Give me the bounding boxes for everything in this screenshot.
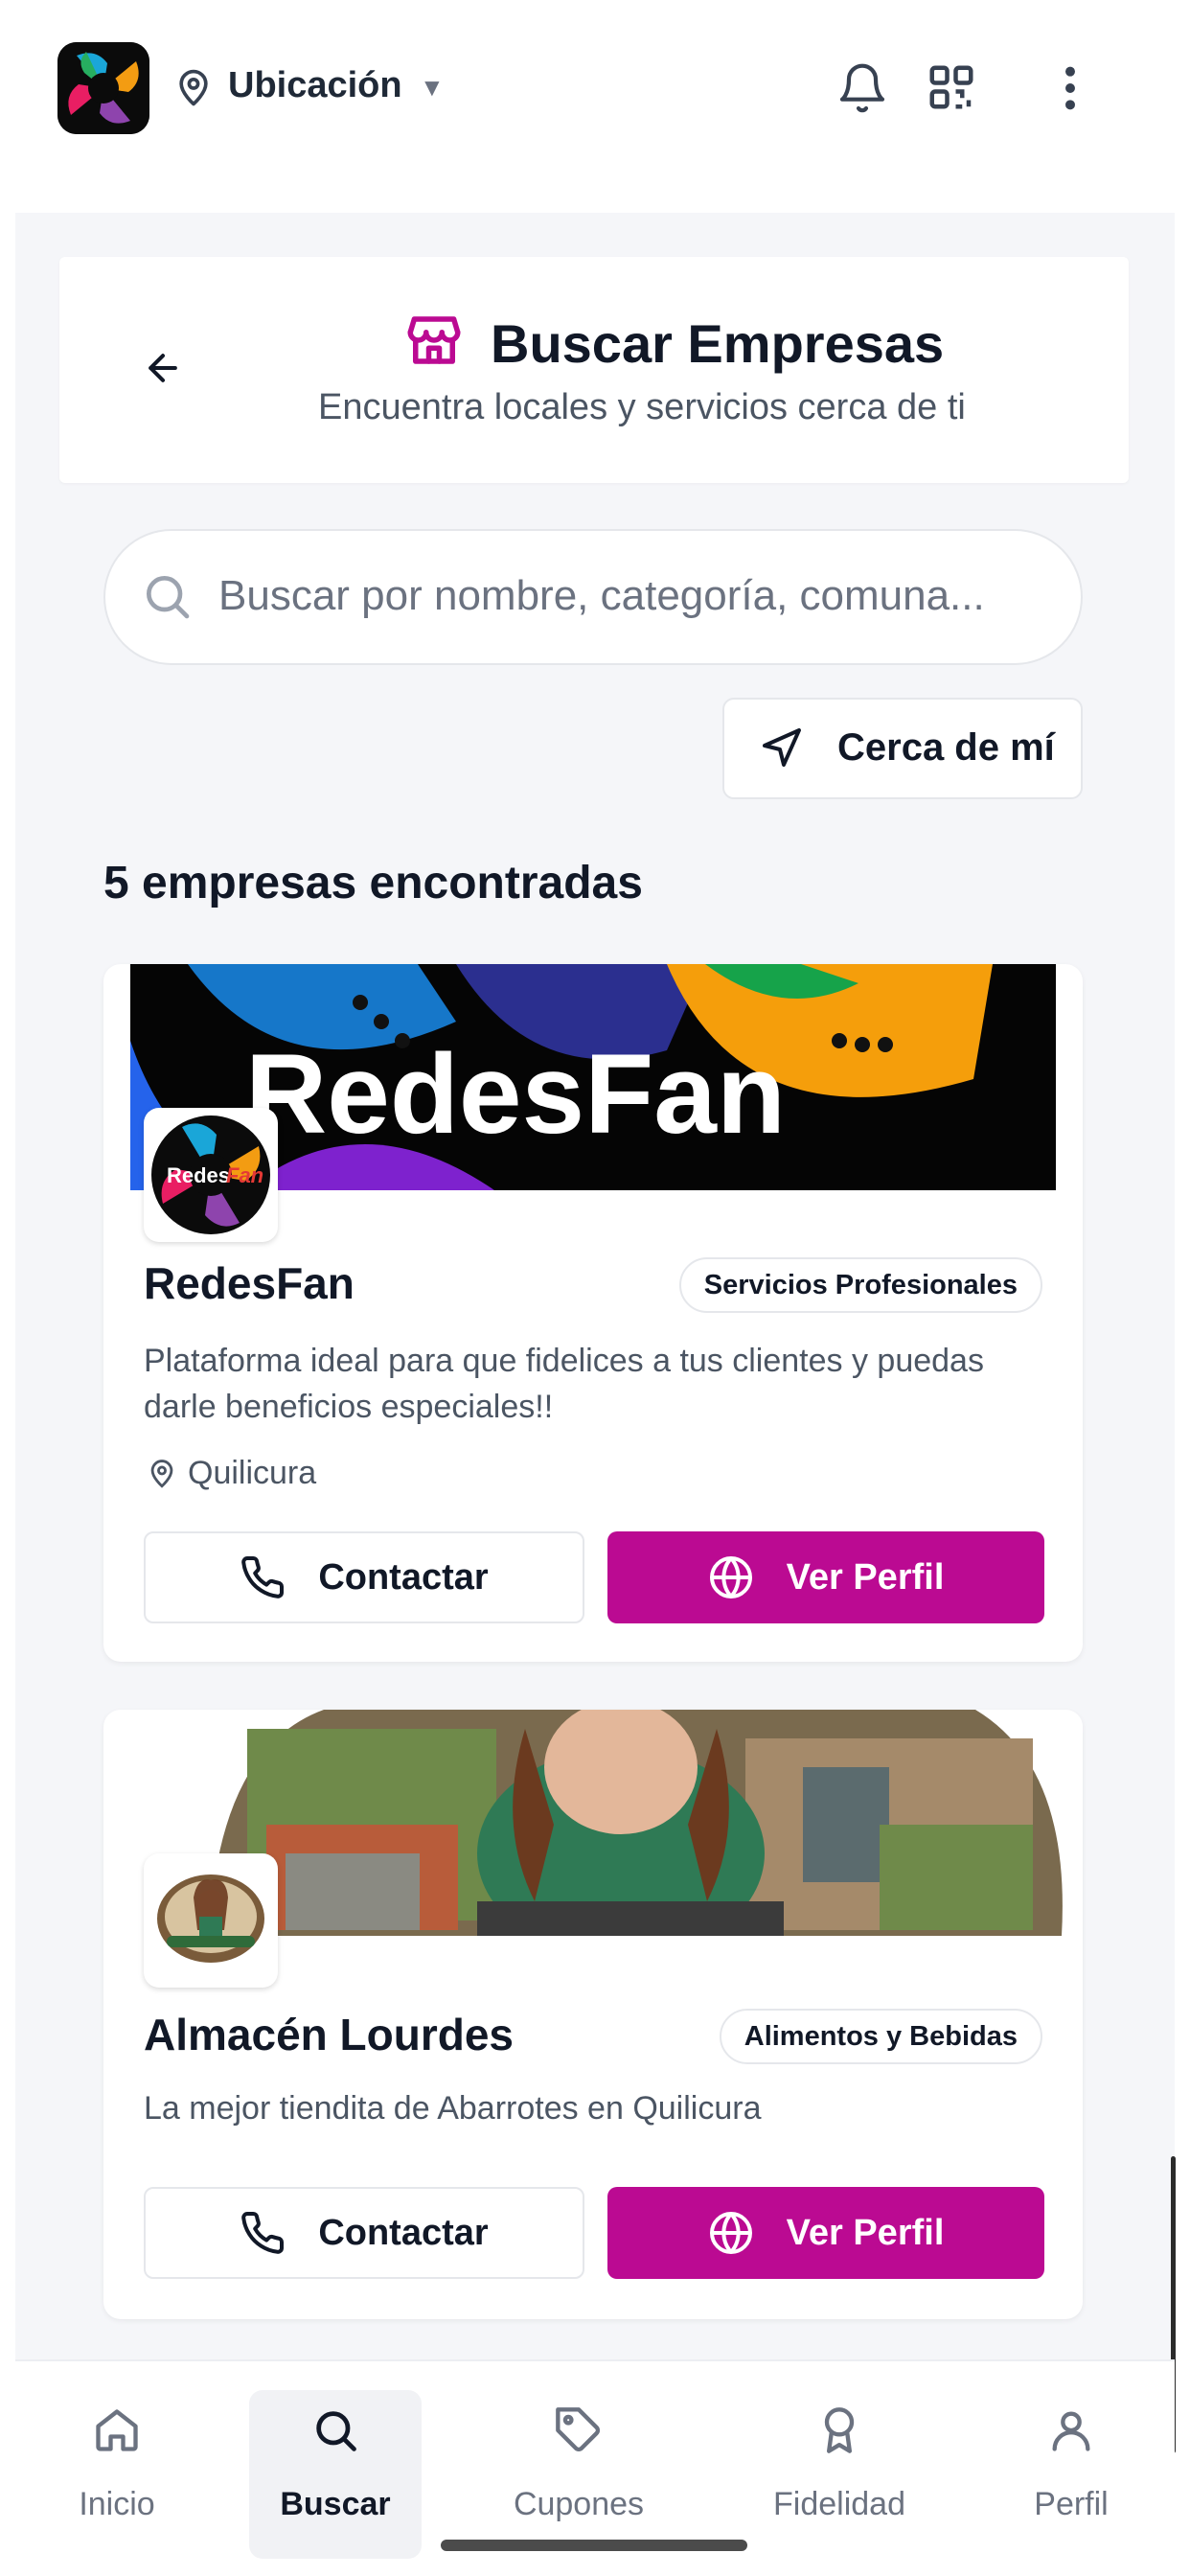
business-logo	[144, 1853, 278, 1988]
business-card[interactable]: Almacén Lourdes Alimentos y Bebidas La m…	[103, 1710, 1083, 2319]
business-logo: Redes Fan	[144, 1108, 278, 1242]
phone-icon	[241, 2211, 285, 2254]
arrow-left-icon[interactable]	[142, 347, 184, 389]
bell-icon[interactable]	[835, 59, 889, 117]
svg-text:Fan: Fan	[226, 1163, 263, 1187]
view-profile-button[interactable]: Ver Perfil	[607, 2187, 1044, 2279]
location-selector-label[interactable]: Ubicación	[228, 65, 402, 106]
top-app-bar: Ubicación ▼	[0, 0, 1190, 213]
page-title: Buscar Empresas	[491, 313, 945, 374]
nav-label-fidelidad: Fidelidad	[773, 2486, 905, 2522]
svg-text:Redes: Redes	[167, 1163, 230, 1187]
page-subtitle: Encuentra locales y servicios cerca de t…	[318, 387, 966, 427]
business-banner-image	[209, 1710, 1083, 1936]
near-me-label[interactable]: Cerca de mí	[837, 726, 1055, 770]
tag-icon	[556, 2407, 600, 2451]
view-profile-button[interactable]: Ver Perfil	[607, 1531, 1044, 1623]
view-profile-label: Ver Perfil	[786, 1556, 945, 1598]
search-icon	[316, 2411, 356, 2451]
business-description: Plataforma ideal para que fidelices a tu…	[144, 1343, 984, 1425]
navigation-icon	[763, 728, 801, 767]
results-count: 5 empresas encontradas	[103, 858, 643, 908]
nav-label-inicio: Inicio	[79, 2486, 155, 2522]
contact-button-label: Contactar	[318, 1556, 489, 1598]
app-logo[interactable]	[57, 42, 149, 134]
globe-icon	[709, 2212, 752, 2254]
map-pin-icon	[179, 69, 208, 106]
banner-brand-text: RedesFan	[245, 1031, 786, 1158]
phone-icon	[241, 1555, 285, 1598]
view-profile-label: Ver Perfil	[786, 2212, 945, 2253]
search-input[interactable]	[218, 565, 1042, 627]
store-icon	[407, 316, 461, 364]
contact-button-label: Contactar	[318, 2212, 489, 2253]
globe-icon	[709, 1556, 752, 1598]
category-badge: Servicios Profesionales	[678, 1257, 1042, 1313]
contact-button[interactable]: Contactar	[144, 1531, 584, 1623]
business-card[interactable]: RedesFan Redes Fan RedesFan Servicios Pr…	[103, 964, 1083, 1662]
business-description: La mejor tiendita de Abarrotes en Quilic…	[144, 2090, 762, 2127]
home-indicator[interactable]	[441, 2540, 747, 2551]
contact-button[interactable]: Contactar	[144, 2187, 584, 2279]
search-icon	[147, 576, 190, 619]
award-icon	[824, 2407, 855, 2453]
business-name[interactable]: RedesFan	[144, 1257, 355, 1309]
category-badge: Alimentos y Bebidas	[719, 2009, 1042, 2064]
qr-code-icon[interactable]	[926, 61, 977, 113]
business-name[interactable]: Almacén Lourdes	[144, 2009, 514, 2060]
home-icon	[96, 2409, 138, 2451]
map-pin-icon	[150, 1460, 173, 1488]
more-vertical-icon[interactable]	[1054, 63, 1087, 113]
business-location: Quilicura	[188, 1455, 317, 1491]
chevron-down-icon[interactable]: ▼	[420, 73, 445, 103]
nav-label-buscar: Buscar	[280, 2486, 391, 2522]
user-icon	[1052, 2411, 1090, 2451]
nav-label-cupones: Cupones	[513, 2486, 645, 2522]
nav-label-perfil: Perfil	[1034, 2486, 1109, 2522]
